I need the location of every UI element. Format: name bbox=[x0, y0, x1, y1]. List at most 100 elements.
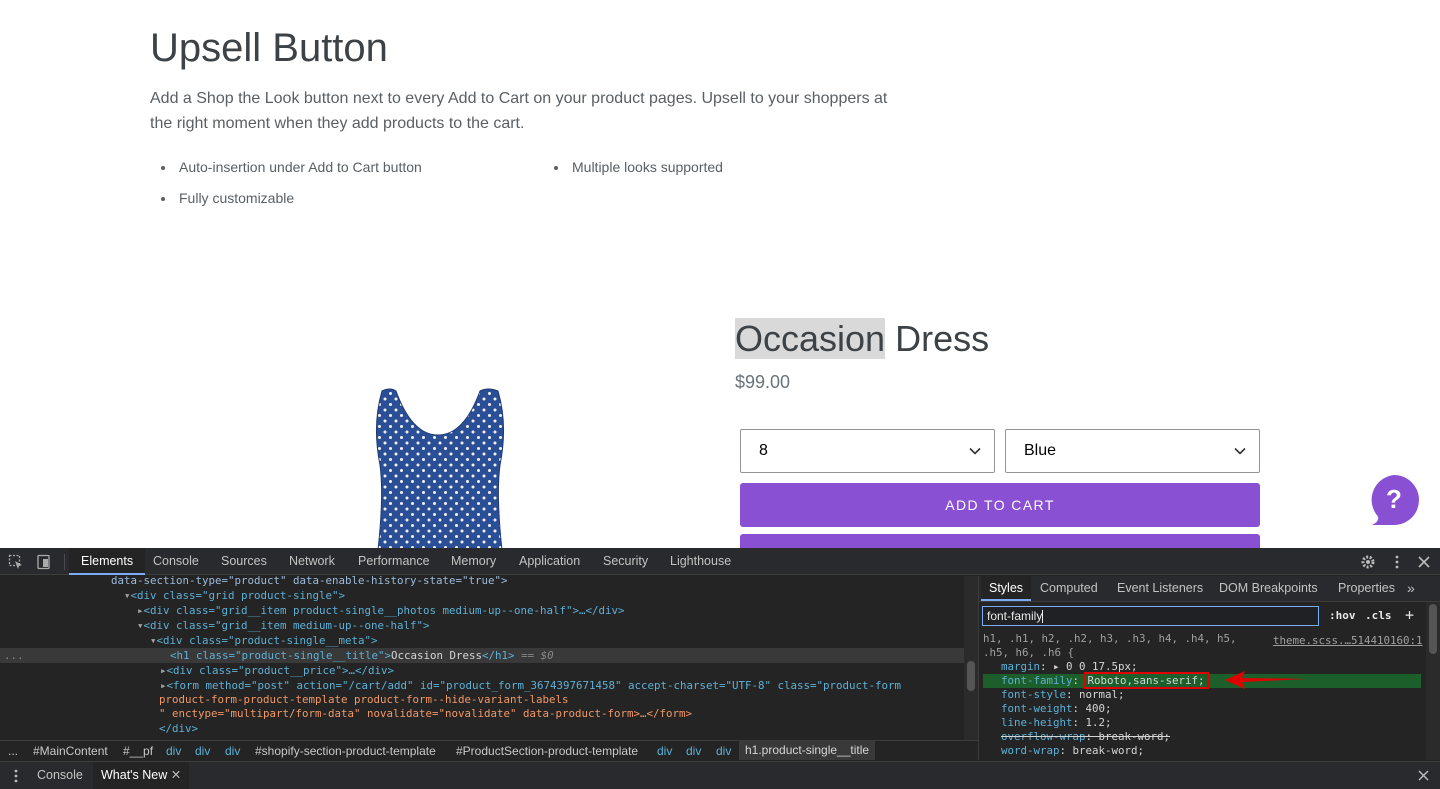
css-value: normal; bbox=[1079, 688, 1125, 701]
feature-item: Multiple looks supported bbox=[554, 159, 723, 175]
dom-line-text: <div class="grid__item product-single__p… bbox=[143, 604, 625, 617]
scrollbar-thumb[interactable] bbox=[1429, 604, 1437, 654]
breadcrumb-item[interactable]: #shopify-section-product-template bbox=[255, 744, 436, 758]
css-selector-text: .h5, h6, .h6 { bbox=[983, 646, 1075, 659]
dom-line-text: product-form-product-template product-fo… bbox=[159, 693, 569, 706]
css-rule-font-style[interactable]: font-style: normal; bbox=[1001, 688, 1125, 702]
styles-scrollbar[interactable] bbox=[1426, 602, 1440, 760]
dom-line[interactable]: product-form-product-template product-fo… bbox=[159, 692, 569, 707]
chevron-down-icon bbox=[969, 447, 981, 455]
css-selector: h1, .h1, h2, .h2, h3, .h3, h4, .h4, h5, bbox=[983, 632, 1237, 646]
product-image[interactable] bbox=[360, 385, 520, 550]
dom-line[interactable]: </div> bbox=[159, 721, 198, 736]
dom-line-text: <h1 class="product-single__title"> bbox=[170, 649, 392, 662]
css-value: ▸ 0 0 17.5px; bbox=[1053, 660, 1138, 673]
css-prop: font-family bbox=[1001, 674, 1073, 687]
settings-gear-icon[interactable] bbox=[1360, 554, 1376, 570]
inspect-element-icon[interactable] bbox=[8, 554, 24, 570]
tab-computed[interactable]: Computed bbox=[1040, 576, 1098, 601]
size-select[interactable]: 8 bbox=[740, 429, 995, 473]
css-rule-margin[interactable]: margin: ▸ 0 0 17.5px; bbox=[1001, 660, 1138, 674]
add-to-cart-button[interactable]: ADD TO CART bbox=[740, 483, 1260, 527]
hover-state-button[interactable]: :hov bbox=[1329, 609, 1356, 622]
dom-line-text: </div> bbox=[159, 722, 199, 735]
drawer-tab-whats-new[interactable]: What's New ✕ bbox=[93, 762, 190, 789]
tab-sources[interactable]: Sources bbox=[221, 548, 267, 575]
css-value: break-word; bbox=[1098, 730, 1171, 743]
question-mark-icon: ? bbox=[1371, 475, 1419, 525]
chevron-down-icon bbox=[1234, 447, 1246, 455]
dom-line-text: <div class="grid product-single"> bbox=[130, 589, 346, 602]
dom-line[interactable]: ▾<div class="product-single__meta"> bbox=[150, 633, 378, 648]
tab-dom-breakpoints[interactable]: DOM Breakpoints bbox=[1219, 576, 1318, 601]
breadcrumb-item[interactable]: #ProductSection-product-template bbox=[456, 744, 638, 758]
breadcrumb-item[interactable]: div bbox=[225, 744, 240, 758]
tab-lighthouse[interactable]: Lighthouse bbox=[670, 548, 731, 575]
help-glyph: ? bbox=[1386, 484, 1402, 514]
tab-memory[interactable]: Memory bbox=[451, 548, 496, 575]
css-selector-text: h1, .h1, h2, .h2, h3, .h3, h4, .h4, h5, bbox=[983, 632, 1237, 645]
dom-line[interactable]: ▸<div class="grid__item product-single__… bbox=[137, 603, 625, 618]
dom-line-text: == $0 bbox=[521, 649, 554, 662]
tab-properties[interactable]: Properties bbox=[1338, 576, 1395, 601]
tab-performance[interactable]: Performance bbox=[358, 548, 430, 575]
tab-security[interactable]: Security bbox=[603, 548, 648, 575]
more-dots-icon[interactable]: ... bbox=[4, 648, 24, 663]
filter-value: font-family bbox=[987, 609, 1043, 623]
tab-event-listeners[interactable]: Event Listeners bbox=[1117, 576, 1203, 601]
close-drawer-icon[interactable] bbox=[1418, 770, 1429, 781]
breadcrumb-item[interactable]: div bbox=[686, 744, 701, 758]
dom-line-selected[interactable]: <h1 class="product-single__title">Occasi… bbox=[0, 648, 964, 663]
device-toolbar-icon[interactable] bbox=[36, 554, 52, 570]
dom-line[interactable]: ▸<form method="post" action="/cart/add" … bbox=[160, 678, 901, 693]
breadcrumb-item[interactable]: #MainContent bbox=[33, 744, 108, 758]
dom-line[interactable]: ▾<div class="grid product-single"> bbox=[124, 588, 345, 603]
css-prop: font-style bbox=[1001, 688, 1067, 701]
tab-console[interactable]: Console bbox=[153, 548, 199, 575]
add-rule-button[interactable]: + bbox=[1405, 606, 1414, 624]
breadcrumb: ... #MainContent #__pf div div div #shop… bbox=[0, 740, 978, 760]
more-options-icon[interactable] bbox=[1389, 554, 1405, 570]
stylesheet-source-link[interactable]: theme.scss.…514410160:1 bbox=[1273, 634, 1423, 647]
dom-line-text: " enctype="multipart/form-data" novalida… bbox=[159, 707, 693, 720]
drawer-menu-icon[interactable] bbox=[12, 769, 20, 783]
dom-line[interactable]: " enctype="multipart/form-data" novalida… bbox=[159, 706, 692, 721]
tab-network[interactable]: Network bbox=[289, 548, 335, 575]
styles-filter-input[interactable]: font-family bbox=[982, 606, 1319, 626]
class-toggle-button[interactable]: .cls bbox=[1365, 609, 1392, 622]
css-rule-font-weight[interactable]: font-weight: 400; bbox=[1001, 702, 1112, 716]
dom-line[interactable]: ▾<div class="grid__item medium-up--one-h… bbox=[137, 618, 430, 633]
chevron-double-right-icon[interactable]: » bbox=[1407, 576, 1415, 601]
breadcrumb-item[interactable]: div bbox=[166, 744, 181, 758]
devtools-drawer: Console What's New ✕ bbox=[0, 761, 1440, 789]
elements-scrollbar[interactable] bbox=[964, 576, 978, 746]
elements-tree: data-section-type="product" data-enable-… bbox=[0, 576, 964, 746]
styles-tabbar: Styles Computed Event Listeners DOM Brea… bbox=[979, 576, 1440, 602]
breadcrumb-item[interactable]: #__pf bbox=[123, 744, 153, 758]
dom-line[interactable]: ▸<div class="product__price">…</div> bbox=[160, 663, 394, 678]
css-rule-font-family[interactable]: font-family: Roboto,sans-serif; bbox=[1001, 672, 1209, 689]
breadcrumb-item[interactable]: div bbox=[716, 744, 731, 758]
drawer-tab-console[interactable]: Console bbox=[37, 762, 83, 789]
upsell-title: Upsell Button bbox=[150, 26, 388, 70]
close-tab-icon[interactable]: ✕ bbox=[171, 768, 181, 782]
tab-elements[interactable]: Elements bbox=[69, 548, 146, 575]
css-rule-overflow-wrap[interactable]: overflow-wrap: break-word; bbox=[1001, 730, 1170, 744]
close-devtools-icon[interactable] bbox=[1416, 554, 1432, 570]
dom-line[interactable]: data-section-type="product" data-enable-… bbox=[111, 576, 508, 588]
breadcrumb-item[interactable]: div bbox=[657, 744, 672, 758]
tab-application[interactable]: Application bbox=[519, 548, 580, 575]
dom-line-text: <div class="grid__item medium-up--one-ha… bbox=[143, 619, 430, 632]
color-select[interactable]: Blue bbox=[1005, 429, 1260, 473]
red-arrow-annotation bbox=[1225, 671, 1307, 689]
css-prop: word-wrap bbox=[1001, 744, 1060, 757]
breadcrumb-item[interactable]: div bbox=[195, 744, 210, 758]
breadcrumb-item-current[interactable]: h1.product-single__title bbox=[739, 741, 876, 760]
help-chat-button[interactable]: ? bbox=[1368, 474, 1420, 526]
scrollbar-thumb[interactable] bbox=[967, 661, 975, 691]
css-rule-line-height[interactable]: line-height: 1.2; bbox=[1001, 716, 1112, 730]
css-rule-word-wrap[interactable]: word-wrap: break-word; bbox=[1001, 744, 1144, 758]
css-value-highlighted: Roboto,sans-serif; bbox=[1083, 672, 1209, 689]
tab-styles[interactable]: Styles bbox=[981, 576, 1032, 601]
breadcrumb-item[interactable]: ... bbox=[8, 744, 18, 758]
